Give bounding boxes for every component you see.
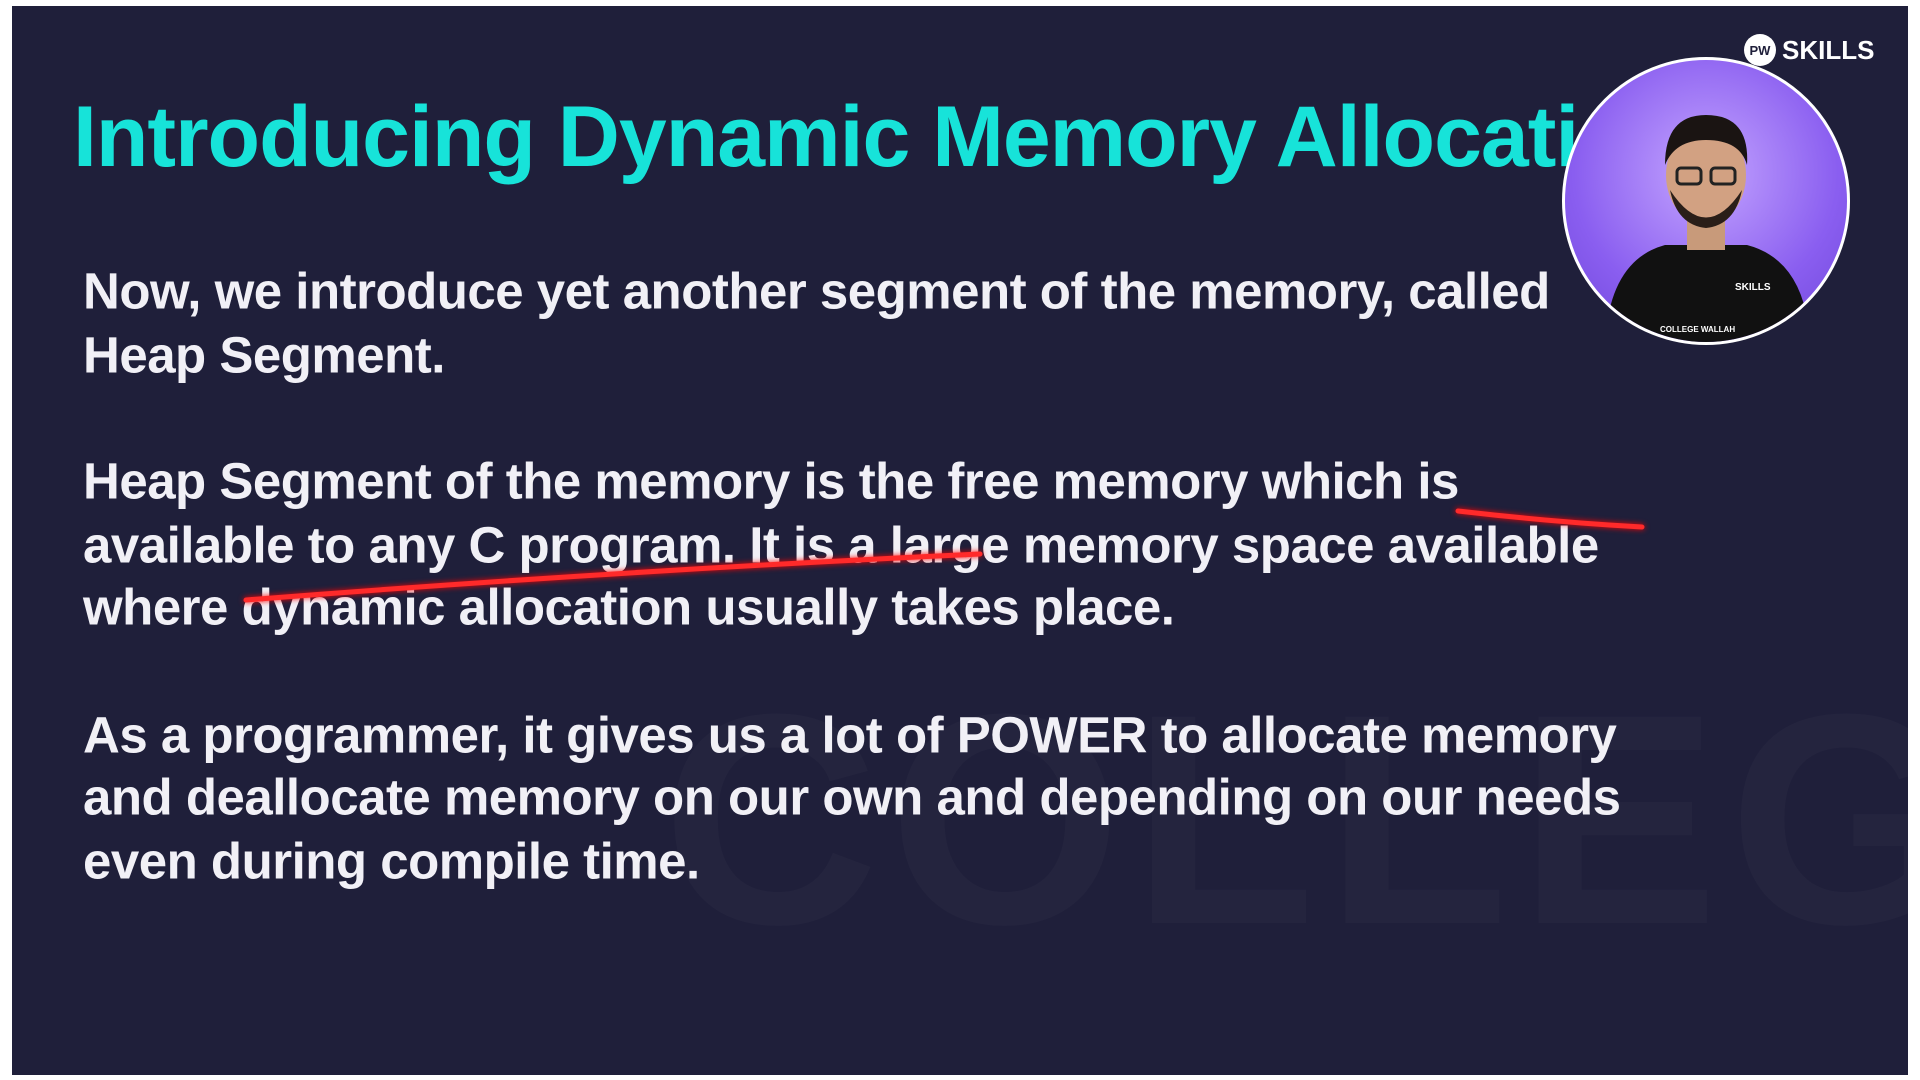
slide: COLLEGE WALLAH Introducing Dynamic Memor… (12, 6, 1908, 1075)
presenter-webcam: SKILLS COLLEGE WALLAH (1562, 57, 1850, 345)
pw-skills-logo: PW SKILLS (1744, 34, 1874, 66)
logo-text: SKILLS (1782, 34, 1875, 65)
red-underline-program (243, 551, 983, 603)
collar-text: COLLEGE WALLAH (1660, 325, 1735, 334)
presenter-figure: SKILLS COLLEGE WALLAH (1605, 115, 1810, 342)
pw-logo-icon: PW (1744, 34, 1776, 66)
red-underline-which (1455, 508, 1645, 530)
shirt-logo-text: SKILLS (1735, 282, 1771, 293)
